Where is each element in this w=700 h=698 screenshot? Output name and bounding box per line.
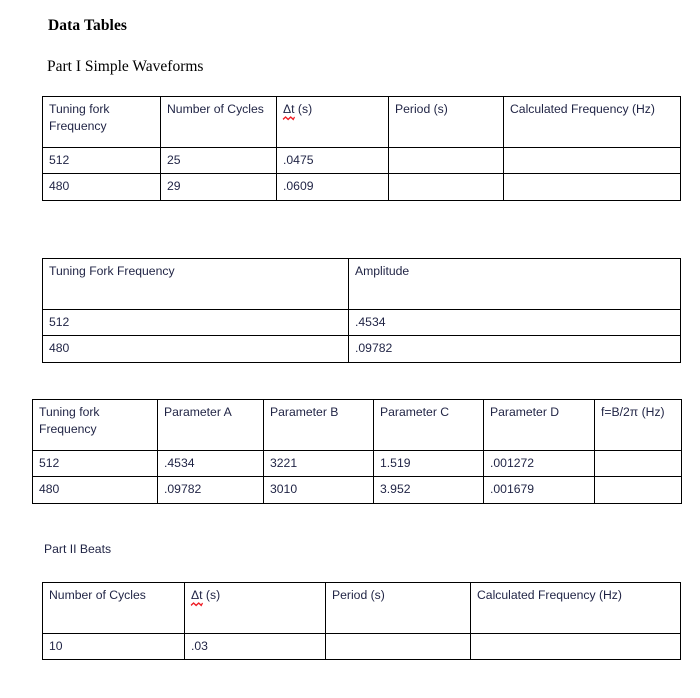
spellcheck-squiggle: Δt: [282, 101, 296, 121]
table-cell[interactable]: 512: [32, 449, 158, 478]
table-header-cell: Parameter A: [157, 399, 264, 451]
part-1-heading: Part I Simple Waveforms: [47, 58, 204, 75]
parameters-table-body: Tuning fork Frequency Parameter A Paramete…: [32, 399, 682, 504]
table-header-cell: Number of Cycles: [160, 96, 277, 148]
table-header-cell: Tuning fork Frequency: [32, 399, 158, 451]
table-header-cell: f=B/2π (Hz): [594, 399, 682, 451]
table-cell[interactable]: 480: [42, 335, 349, 363]
table-header-row: Tuning fork Frequency Parameter A Paramete…: [32, 399, 682, 451]
table-cell[interactable]: 25: [160, 146, 277, 175]
table-cell-empty[interactable]: [594, 476, 682, 504]
amplitude-table: Tuning Fork Frequency Amplitude 512.4534 48…: [42, 258, 681, 363]
table-cell[interactable]: 512: [42, 308, 349, 337]
table-cell[interactable]: 480: [42, 173, 161, 201]
table-cell[interactable]: 3.952: [373, 476, 484, 504]
table-header-row: Tuning Fork Frequency Amplitude: [42, 258, 681, 310]
delta-t-header: Δt (s): [282, 101, 312, 121]
table-cell-empty[interactable]: [388, 146, 504, 175]
table-row: 512.4534: [42, 308, 681, 337]
parameters-table: Tuning fork Frequency Parameter A Paramete…: [32, 399, 682, 504]
table-cell[interactable]: 1.519: [373, 449, 484, 478]
table-cell-empty[interactable]: [470, 632, 681, 661]
spellcheck-squiggle: Δt: [190, 587, 204, 607]
table-cell[interactable]: .0609: [276, 173, 389, 201]
table-cell[interactable]: .0475: [276, 146, 389, 175]
table-header-cell: Parameter B: [263, 399, 374, 451]
table-header-cell: Calculated Frequency (Hz): [503, 96, 681, 148]
table-cell[interactable]: 480: [32, 476, 158, 504]
amplitude-table-body: Tuning Fork Frequency Amplitude 512.4534 48…: [42, 258, 681, 363]
table-row: 10.03: [42, 632, 681, 661]
waveform-timing-table-body: Tuning fork Frequency Number of Cycles Δt …: [42, 96, 681, 201]
table-cell[interactable]: .09782: [348, 335, 681, 363]
table-row: 512 25.0475: [42, 146, 681, 175]
document-page: Data Tables Part I Simple Waveforms Tuni…: [0, 0, 700, 698]
table-cell[interactable]: 3221: [263, 449, 374, 478]
table-row: 512.4534 3221 1.519.001272: [32, 449, 682, 478]
table-header-cell: Δt (s): [276, 96, 389, 148]
part-2-heading: Part II Beats: [44, 542, 112, 556]
table-cell[interactable]: 512: [42, 146, 161, 175]
table-cell[interactable]: .03: [184, 632, 326, 661]
table-header-cell: Tuning fork Frequency: [42, 96, 161, 148]
table-cell-empty[interactable]: [594, 449, 682, 478]
table-header-cell: Parameter C: [373, 399, 484, 451]
table-header-row: Tuning fork Frequency Number of Cycles Δt …: [42, 96, 681, 148]
table-header-cell: Calculated Frequency (Hz): [470, 582, 681, 634]
table-header-cell: Δt (s): [184, 582, 326, 634]
table-header-cell: Period (s): [325, 582, 471, 634]
table-row: 480 29.0609: [42, 173, 681, 201]
table-header-row: Number of Cycles Δt (s) Period (s) Calculat…: [42, 582, 681, 634]
page-title: Data Tables: [48, 17, 128, 34]
table-cell[interactable]: .001272: [483, 449, 595, 478]
beats-table: Number of Cycles Δt (s) Period (s) Calculat…: [42, 582, 681, 661]
table-cell[interactable]: .4534: [157, 449, 264, 478]
table-cell[interactable]: 29: [160, 173, 277, 201]
table-row: 480.09782 3010 3.952.001679: [32, 476, 682, 504]
table-cell-empty[interactable]: [503, 146, 681, 175]
table-cell[interactable]: 3010: [263, 476, 374, 504]
table-cell-empty[interactable]: [325, 632, 471, 661]
table-cell[interactable]: .4534: [348, 308, 681, 337]
table-header-cell: Period (s): [388, 96, 504, 148]
table-header-cell: Parameter D: [483, 399, 595, 451]
table-cell[interactable]: .001679: [483, 476, 595, 504]
table-header-cell: Tuning Fork Frequency: [42, 258, 349, 310]
table-cell[interactable]: 10: [42, 632, 185, 661]
delta-t-header: Δt (s): [190, 587, 220, 607]
table-row: 480.09782: [42, 335, 681, 363]
waveform-timing-table: Tuning fork Frequency Number of Cycles Δt …: [42, 96, 681, 201]
table-cell-empty[interactable]: [388, 173, 504, 201]
table-header-cell: Amplitude: [348, 258, 681, 310]
table-cell-empty[interactable]: [503, 173, 681, 201]
table-header-cell: Number of Cycles: [42, 582, 185, 634]
beats-table-body: Number of Cycles Δt (s) Period (s) Calculat…: [42, 582, 681, 661]
table-cell[interactable]: .09782: [157, 476, 264, 504]
